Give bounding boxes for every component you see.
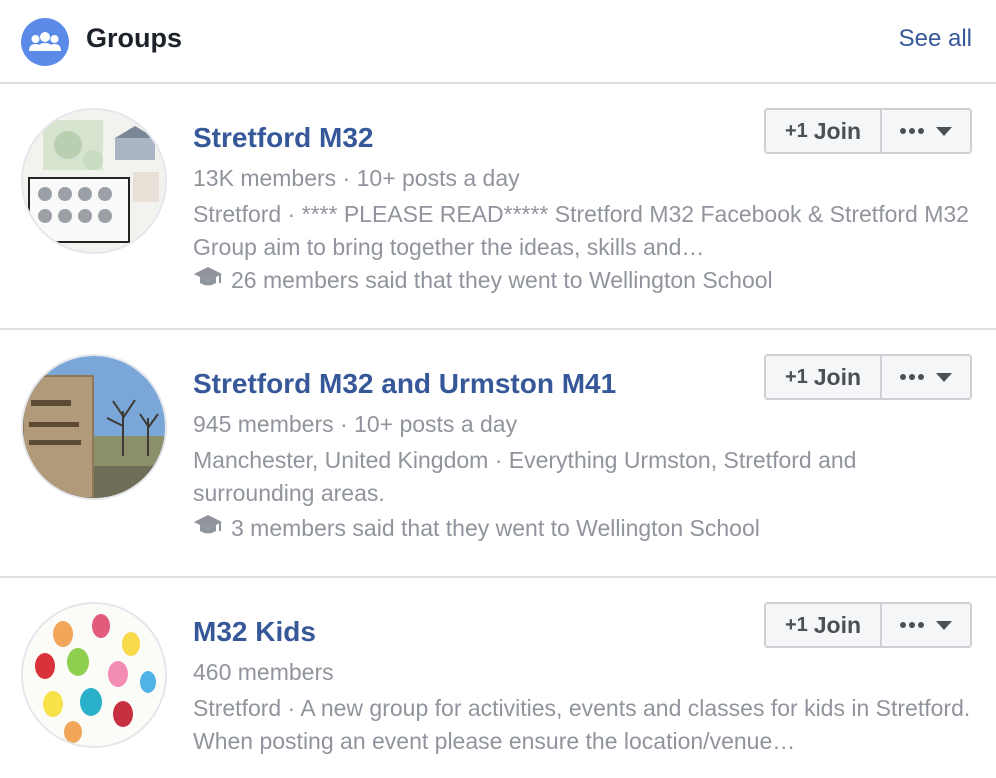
join-button-group: +1 Join [764, 108, 972, 154]
join-label: Join [813, 611, 862, 638]
more-options-button[interactable] [882, 356, 970, 398]
more-options-button[interactable] [882, 110, 970, 152]
see-all-link[interactable]: See all [899, 25, 972, 53]
graduation-cap-icon [193, 264, 223, 299]
mutual-members-text: 3 members said that they went to Welling… [231, 515, 760, 541]
mutual-members-info: 26 members said that they went to Wellin… [193, 264, 773, 299]
group-description: Stretford · **** PLEASE READ***** Stretf… [193, 201, 969, 260]
mutual-members-info: 3 members said that they went to Welling… [193, 512, 760, 547]
join-label: Join [813, 363, 862, 390]
group-description: Stretford · A new group for activities, … [193, 695, 971, 754]
groups-icon [21, 18, 69, 66]
plus-one-icon: +1 [784, 365, 808, 388]
join-button[interactable]: +1 Join [766, 110, 882, 152]
plus-one-icon: +1 [784, 613, 808, 636]
join-button[interactable]: +1 Join [766, 356, 882, 398]
group-stats: 945 members · 10+ posts a day [193, 411, 518, 437]
join-button-group: +1 Join [764, 602, 972, 648]
join-label: Join [813, 117, 862, 144]
more-options-icon [900, 621, 952, 630]
join-button-group: +1 Join [764, 354, 972, 400]
mutual-members-text: 26 members said that they went to Wellin… [231, 267, 773, 293]
group-row: M32 Kids 460 members Stretford · A new g… [0, 578, 996, 778]
more-options-button[interactable] [882, 604, 970, 646]
group-description: Manchester, United Kingdom · Everything … [193, 447, 857, 506]
group-name-link[interactable]: M32 Kids [193, 616, 316, 648]
group-row: Stretford M32 13K members · 10+ posts a … [0, 84, 996, 330]
join-button[interactable]: +1 Join [766, 604, 882, 646]
groups-header: Groups See all [0, 0, 996, 84]
section-title: Groups [86, 23, 183, 53]
more-options-icon [900, 373, 952, 382]
plus-one-icon: +1 [784, 119, 808, 142]
group-avatar[interactable] [21, 354, 167, 500]
group-name-link[interactable]: Stretford M32 [193, 122, 373, 154]
group-stats: 460 members [193, 659, 334, 685]
more-options-icon [900, 127, 952, 136]
group-avatar[interactable] [21, 602, 167, 748]
group-row: Stretford M32 and Urmston M41 945 member… [0, 330, 996, 578]
group-name-link[interactable]: Stretford M32 and Urmston M41 [193, 368, 616, 400]
graduation-cap-icon [193, 512, 223, 547]
group-stats: 13K members · 10+ posts a day [193, 165, 520, 191]
group-avatar[interactable] [21, 108, 167, 254]
